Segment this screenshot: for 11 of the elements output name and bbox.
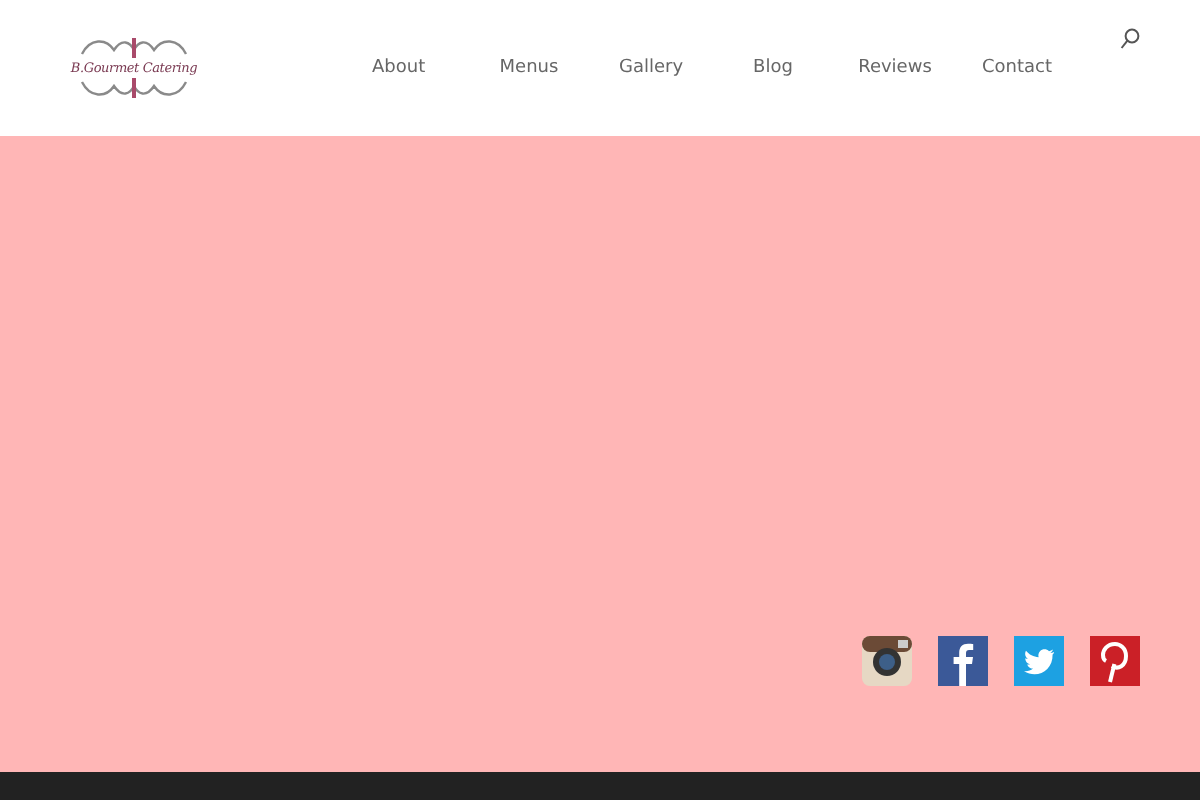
nav-link[interactable]: Gallery: [590, 58, 712, 78]
nav-link[interactable]: About: [372, 58, 468, 78]
bird-icon[interactable]: [1014, 636, 1064, 686]
nav-link[interactable]: Menus: [468, 58, 590, 78]
nav-link[interactable]: Blog: [712, 58, 834, 78]
nav-link[interactable]: Contact: [956, 58, 1078, 78]
pinterest-icon[interactable]: [1090, 636, 1140, 686]
nav-link[interactable]: Reviews: [834, 58, 956, 78]
camera-icon[interactable]: [862, 636, 912, 686]
search-icon[interactable]: [1120, 28, 1140, 50]
facebook-icon[interactable]: [938, 636, 988, 686]
